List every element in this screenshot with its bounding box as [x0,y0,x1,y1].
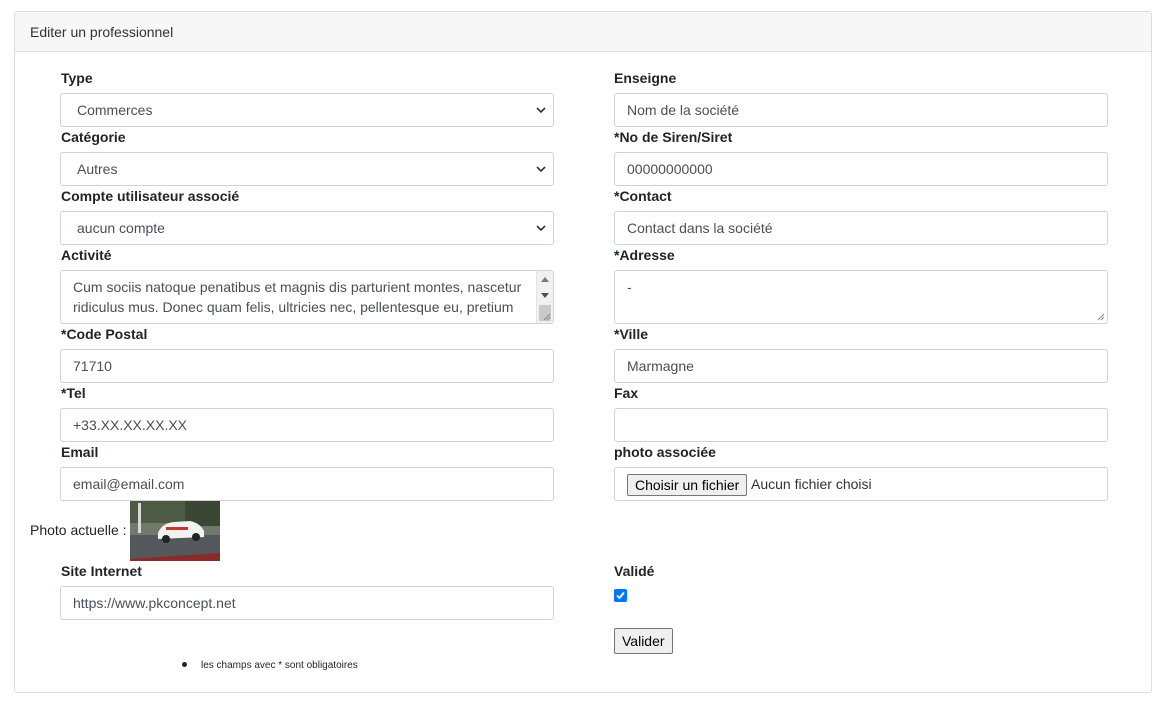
compte-label: Compte utilisateur associé [61,188,240,204]
card-header-title: Editer un professionnel [15,12,1151,52]
categorie-select[interactable]: Autres [60,152,554,186]
chevron-down-icon [536,225,546,232]
siren-input[interactable]: 00000000000 [614,152,1108,186]
photo-actuelle-label: Photo actuelle : [30,522,127,538]
type-label: Type [61,70,93,86]
chevron-down-icon [536,166,546,173]
valide-label: Validé [614,563,655,579]
type-select[interactable]: Commerces [60,93,554,127]
check-icon [616,591,625,600]
tel-value: +33.XX.XX.XX.XX [73,417,188,433]
site-label: Site Internet [61,563,142,579]
enseigne-value: Nom de la société [627,102,740,118]
photo-file-input[interactable]: Choisir un fichier Aucun fichier choisi [614,467,1108,501]
categorie-select-value: Autres [77,161,118,177]
valide-checkbox[interactable] [614,589,627,602]
resize-grip-icon[interactable] [1097,313,1105,321]
enseigne-label: Enseigne [614,70,677,86]
enseigne-input[interactable]: Nom de la société [614,93,1108,127]
ville-label: *Ville [614,326,648,342]
tel-label: *Tel [61,385,86,401]
valider-button[interactable]: Valider [614,628,673,654]
siren-label: *No de Siren/Siret [614,129,733,145]
tel-input[interactable]: +33.XX.XX.XX.XX [60,408,554,442]
choose-file-button[interactable]: Choisir un fichier [627,474,748,496]
activite-text: Cum sociis natoque penatibus et magnis d… [73,279,522,315]
categorie-label: Catégorie [61,129,126,145]
ville-value: Marmagne [627,358,694,374]
file-status-text: Aucun fichier choisi [751,476,872,492]
adresse-textarea[interactable]: - [614,270,1108,324]
activite-textarea[interactable]: Cum sociis natoque penatibus et magnis d… [60,270,554,324]
siren-value: 00000000000 [627,161,713,177]
scroll-down-icon[interactable] [541,293,549,298]
contact-label: *Contact [614,188,672,204]
required-fields-text: les champs avec * sont obligatoires [201,660,358,671]
email-value: email@email.com [73,476,185,492]
chevron-down-icon [536,107,546,114]
email-input[interactable]: email@email.com [60,467,554,501]
email-label: Email [61,444,99,460]
code-postal-input[interactable]: 71710 [60,349,554,383]
code-postal-value: 71710 [73,358,112,374]
ville-input[interactable]: Marmagne [614,349,1108,383]
adresse-text: - [627,279,632,295]
bullet-icon [182,662,187,667]
contact-value: Contact dans la société [627,220,773,236]
site-input[interactable]: https://www.pkconcept.net [60,586,554,620]
contact-input[interactable]: Contact dans la société [614,211,1108,245]
scroll-up-icon[interactable] [541,277,549,282]
compte-select-value: aucun compte [77,220,165,236]
fax-label: Fax [614,385,639,401]
current-photo-thumbnail [130,501,220,561]
type-select-value: Commerces [77,102,153,118]
site-value: https://www.pkconcept.net [73,595,236,611]
activite-label: Activité [61,247,112,263]
code-postal-label: *Code Postal [61,326,148,342]
adresse-label: *Adresse [614,247,675,263]
fax-input[interactable] [614,408,1108,442]
photo-label: photo associée [614,444,716,460]
compte-select[interactable]: aucun compte [60,211,554,245]
resize-grip-icon[interactable] [543,313,551,321]
